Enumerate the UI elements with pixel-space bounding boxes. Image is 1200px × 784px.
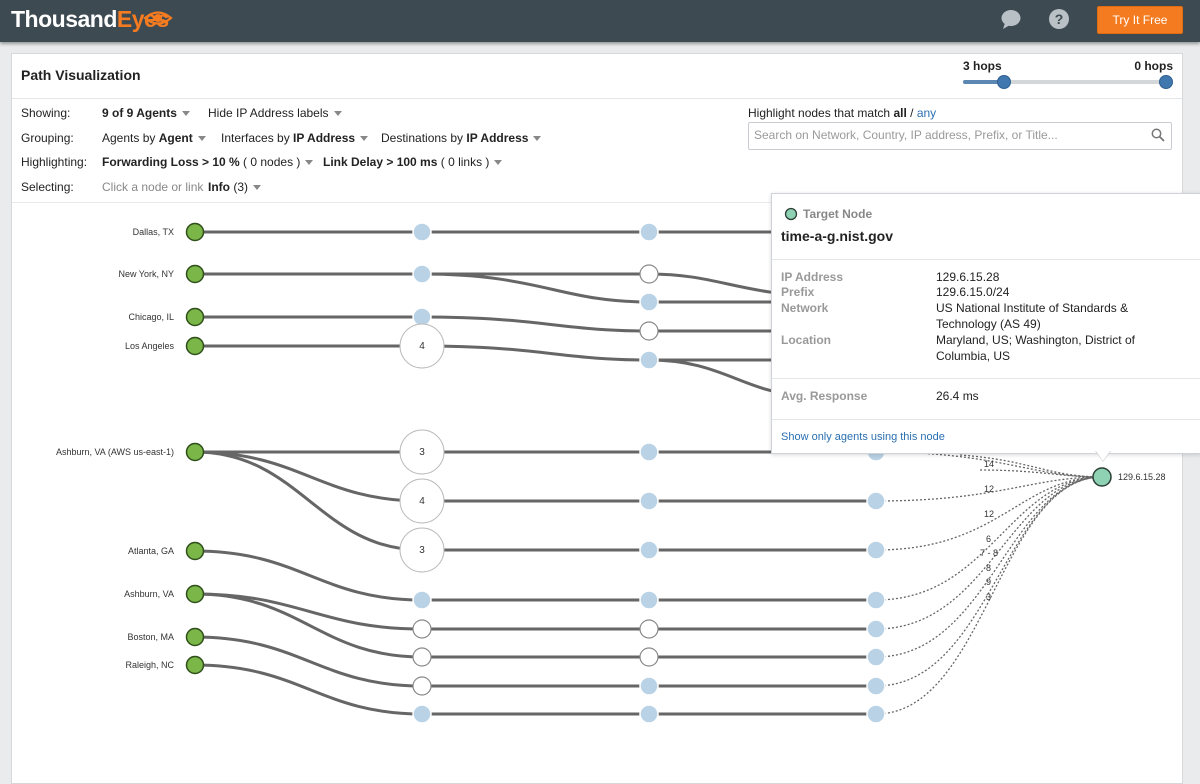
agent-label: Chicago, IL: [128, 312, 174, 322]
agent-node[interactable]: [185, 627, 205, 647]
edge-label: 12: [984, 484, 994, 494]
hop-node[interactable]: [866, 491, 886, 511]
agent-label: Boston, MA: [127, 632, 174, 642]
hop-node[interactable]: [639, 442, 659, 462]
path-link[interactable]: [194, 592, 876, 659]
hop-node[interactable]: [866, 590, 886, 610]
hop-node[interactable]: [639, 491, 659, 511]
agent-label: Dallas, TX: [133, 227, 174, 237]
network-value: US National Institute of Standards & Tec…: [936, 301, 1129, 331]
edge-label: 8: [986, 563, 991, 573]
hop-node[interactable]: [866, 647, 886, 667]
location-key: Location: [781, 333, 831, 347]
path-link[interactable]: [959, 454, 1103, 478]
agent-node[interactable]: [185, 222, 205, 242]
path-link[interactable]: [194, 450, 876, 503]
path-link[interactable]: [194, 549, 876, 602]
agent-node[interactable]: [185, 264, 205, 284]
avg-response-key: Avg. Response: [781, 389, 868, 403]
path-link[interactable]: [979, 469, 1103, 478]
hop-node[interactable]: [866, 619, 886, 639]
group-node-count: 3: [419, 447, 425, 458]
path-link[interactable]: [194, 635, 876, 688]
agent-node[interactable]: [185, 655, 205, 675]
path-link[interactable]: [195, 344, 830, 362]
agent-node[interactable]: [185, 442, 205, 462]
hop-node[interactable]: [412, 264, 432, 284]
agent-label: Ashburn, VA (AWS us-east-1): [56, 447, 174, 457]
ip-address-key: IP Address: [781, 270, 844, 284]
hop-node[interactable]: [412, 307, 432, 327]
group-node-count: 3: [419, 545, 425, 556]
hop-node[interactable]: [639, 540, 659, 560]
hop-node[interactable]: [866, 704, 886, 724]
hop-node[interactable]: [639, 590, 659, 610]
hop-node[interactable]: [639, 292, 659, 312]
avg-response-value: 26.4 ms: [936, 389, 979, 403]
hop-node[interactable]: [866, 676, 886, 696]
hop-node[interactable]: [412, 590, 432, 610]
agent-label: Los Angeles: [125, 341, 175, 351]
target-node-label: 129.6.15.28: [1118, 472, 1166, 482]
hop-node[interactable]: [412, 222, 432, 242]
agent-label: New York, NY: [118, 269, 174, 279]
path-link[interactable]: [421, 272, 830, 304]
popup-heading: Target Node: [803, 207, 873, 221]
agent-node[interactable]: [185, 307, 205, 327]
agent-node[interactable]: [185, 541, 205, 561]
hop-node[interactable]: [639, 222, 659, 242]
group-node-count: 4: [419, 341, 425, 352]
hop-node[interactable]: [412, 704, 432, 724]
target-node[interactable]: [1092, 467, 1112, 487]
unknown-hop-node[interactable]: [639, 264, 659, 284]
target-node-popup: Target Node time-a-g.nist.gov IP Address…: [771, 193, 1200, 454]
agent-label: Raleigh, NC: [125, 660, 174, 670]
hop-node[interactable]: [639, 676, 659, 696]
prefix-key: Prefix: [781, 285, 815, 299]
show-agents-using-node-link[interactable]: Show only agents using this node: [781, 431, 945, 443]
hop-node[interactable]: [639, 350, 659, 370]
edge-label: 6: [986, 534, 991, 544]
popup-pointer: [1096, 451, 1110, 461]
edge-label: 7 - 8: [980, 548, 998, 558]
edge-label: 14: [984, 459, 994, 469]
edge-label: 9: [986, 577, 991, 587]
agent-label: Ashburn, VA: [124, 589, 174, 599]
location-value: Maryland, US; Washington, District of Co…: [936, 333, 1135, 363]
unknown-hop-node[interactable]: [412, 676, 432, 696]
unknown-hop-node[interactable]: [412, 619, 432, 639]
divider: [772, 419, 1200, 420]
ip-address-value: 129.6.15.28: [936, 270, 1000, 284]
prefix-value: 129.6.15.0/24: [936, 285, 1010, 299]
path-link[interactable]: [195, 315, 830, 333]
agent-node[interactable]: [185, 584, 205, 604]
target-node-icon: [784, 207, 798, 221]
popup-hostname: time-a-g.nist.gov: [781, 228, 894, 244]
group-node-count: 4: [419, 496, 425, 507]
hop-node[interactable]: [866, 540, 886, 560]
agent-label: Atlanta, GA: [128, 546, 174, 556]
agent-node[interactable]: [185, 336, 205, 356]
divider: [772, 259, 1200, 260]
unknown-hop-node[interactable]: [412, 647, 432, 667]
unknown-hop-node[interactable]: [639, 321, 659, 341]
edge-label: 12: [984, 509, 994, 519]
unknown-hop-node[interactable]: [639, 619, 659, 639]
unknown-hop-node[interactable]: [639, 647, 659, 667]
divider: [772, 378, 1200, 379]
edge-label: 3: [986, 592, 991, 602]
network-key: Network: [781, 301, 829, 315]
path-link[interactable]: [194, 663, 876, 716]
hop-node[interactable]: [639, 704, 659, 724]
path-link[interactable]: [195, 272, 831, 298]
